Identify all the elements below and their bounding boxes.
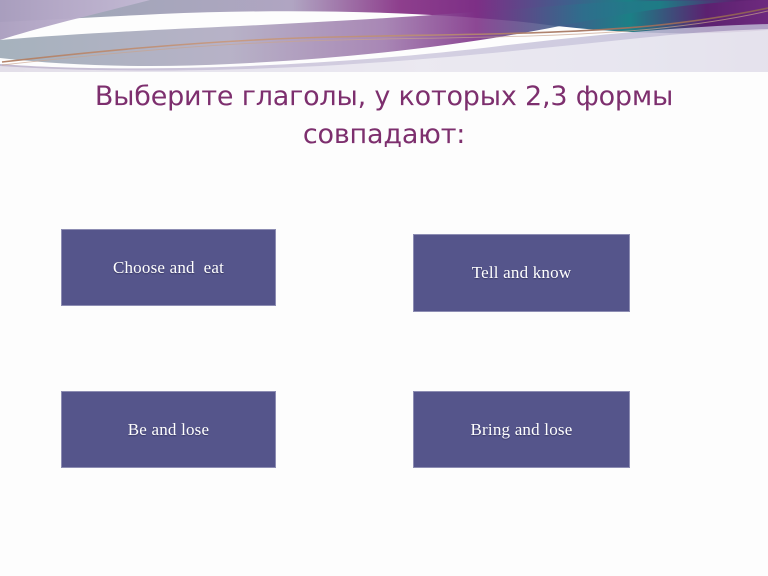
option-box-be-lose[interactable]: Be and lose [61, 391, 276, 468]
option-label: Tell and know [471, 263, 572, 282]
option-label: Choose and eat [112, 257, 225, 277]
option-box-bring-lose[interactable]: Bring and lose [413, 391, 630, 468]
page-title: Выберите глаголы, у которых 2,3 формы со… [94, 81, 674, 150]
option-label: Be and lose [127, 419, 210, 439]
option-box-tell-know[interactable]: Tell and know [413, 234, 630, 312]
option-box-choose-eat[interactable]: Choose and eat [61, 229, 276, 306]
option-label: Bring and lose [470, 419, 573, 439]
decorative-wave-banner [0, 0, 768, 72]
slide-canvas: Выберите глаголы, у которых 2,3 формы со… [0, 0, 768, 576]
